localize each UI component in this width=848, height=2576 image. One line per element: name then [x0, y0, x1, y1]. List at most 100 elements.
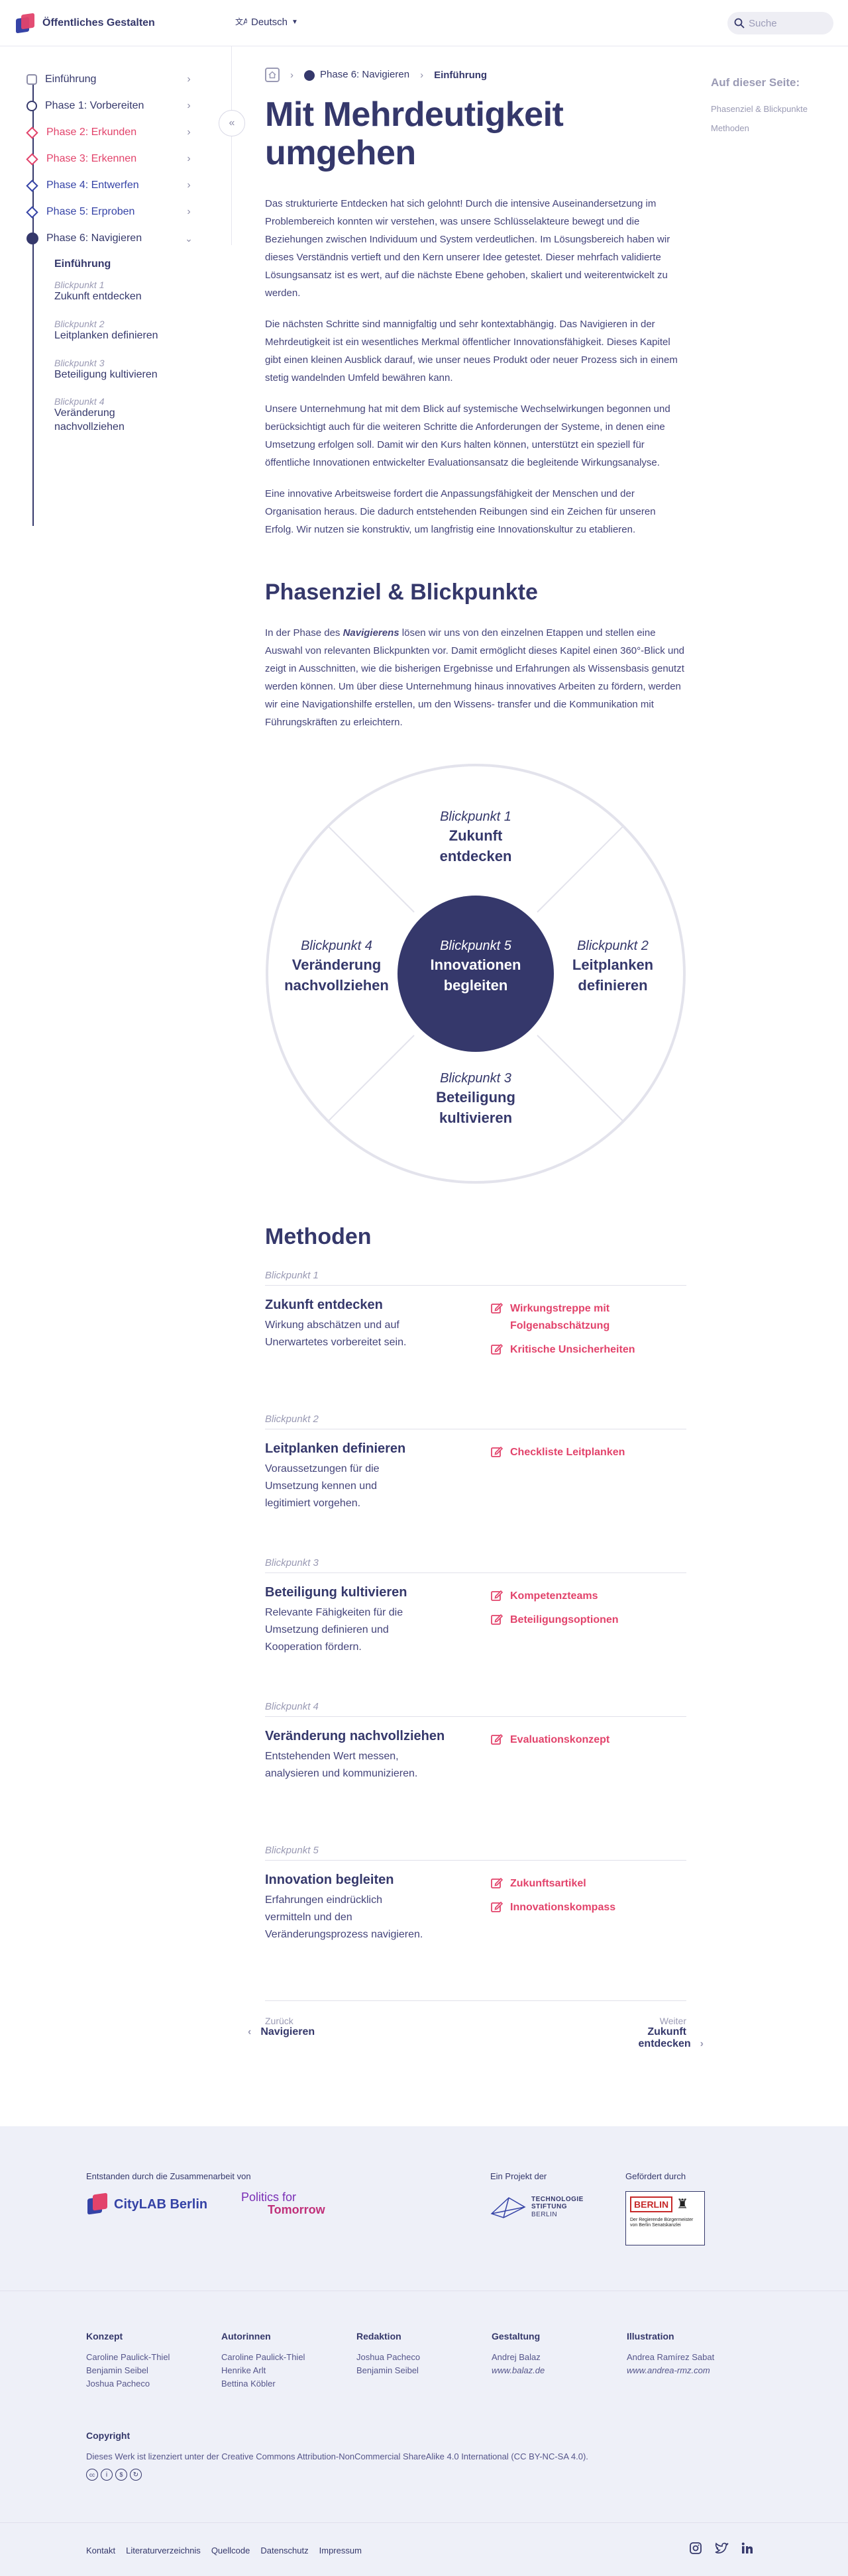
sidebar-item-phase-1[interactable]: Phase 1: Vorbereiten › [26, 93, 219, 119]
instagram-icon[interactable] [689, 2542, 702, 2555]
diagram-blickpunkt-2[interactable]: Blickpunkt 2 Leitplanken definieren [556, 939, 669, 996]
sidebar-item-phase-4[interactable]: Phase 4: Entwerfen › [26, 172, 219, 199]
sidebar-item-label: Phase 1: Vorbereiten [45, 100, 144, 111]
methods-list: Blickpunkt 1 Zukunft entdecken Wirkung a… [265, 1270, 686, 1988]
chevron-right-icon[interactable]: › [176, 206, 202, 218]
pft-line-2: Tomorrow [268, 2202, 325, 2216]
footer-link[interactable]: Datenschutz [260, 2546, 308, 2555]
credit-website-link[interactable]: www.balaz.de [492, 2364, 627, 2377]
method-link[interactable]: Wirkungstreppe mit Folgenabschätzung [490, 1300, 649, 1335]
berlin-logo[interactable]: BERLIN ♜ Der Regierende Bürgermeister vo… [625, 2191, 705, 2245]
chevron-right-icon[interactable]: › [176, 153, 202, 165]
footer-link[interactable]: Impressum [319, 2546, 362, 2555]
method-group: Blickpunkt 4 Veränderung nachvollziehen … [265, 1701, 686, 1845]
sidebar-item-phase-2[interactable]: Phase 2: Erkunden › [26, 119, 219, 146]
sidebar-subitem-blickpunkt-3[interactable]: Blickpunkt 3 Beteiligung kultivieren [54, 358, 219, 382]
subitem-key: Blickpunkt 3 [54, 357, 105, 368]
method-links: Zukunftsartikel Innovationskompass [490, 1873, 649, 1943]
intro-icon [26, 74, 37, 85]
method-group: Blickpunkt 1 Zukunft entdecken Wirkung a… [265, 1270, 686, 1414]
sidebar-item-phase-5[interactable]: Phase 5: Erproben › [26, 199, 219, 225]
sidebar-item-label: Phase 2: Erkunden [46, 127, 137, 138]
breadcrumb-phase[interactable]: Phase 6: Navigieren [304, 69, 409, 81]
search-input[interactable] [749, 17, 822, 29]
search-box[interactable] [727, 12, 833, 34]
sidebar-item-label: Phase 4: Entwerfen [46, 180, 139, 191]
segment-title-line: Veränderung [292, 956, 382, 974]
method-key: Blickpunkt 4 [265, 1701, 686, 1718]
chevron-right-icon[interactable]: › [176, 74, 202, 85]
footer-link[interactable]: Quellcode [211, 2546, 250, 2555]
method-link[interactable]: Beteiligungsoptionen [490, 1612, 649, 1629]
sidebar-subitem-einfuehrung[interactable]: Einführung [54, 252, 219, 280]
filled-circle-icon [304, 70, 315, 81]
cc-license-icons[interactable]: cc i $ ↻ [86, 2469, 142, 2481]
ts-line-1: TECHNOLOGIE [531, 2195, 584, 2203]
diagram-blickpunkt-5[interactable]: Blickpunkt 5 Innovationen begleiten [409, 939, 542, 996]
berlin-wordmark: BERLIN [630, 2196, 673, 2212]
technologiestiftung-logo[interactable]: TECHNOLOGIE STIFTUNG BERLIN [490, 2194, 584, 2220]
chevron-right-icon[interactable]: › [176, 100, 202, 112]
method-link[interactable]: Kompetenzteams [490, 1588, 649, 1605]
edit-icon [491, 1902, 504, 1913]
site-logo-link[interactable]: Öffentliches Gestalten [15, 13, 155, 34]
project-label: Ein Projekt der [490, 2171, 547, 2181]
politics-for-tomorrow-logo[interactable]: Politics for Tomorrow [241, 2191, 325, 2216]
segment-title-line: Leitplanken [572, 956, 654, 974]
ts-line-2: STIFTUNG [531, 2203, 567, 2211]
chevron-down-icon[interactable]: ⌄ [176, 233, 202, 244]
method-link[interactable]: Innovationskompass [490, 1899, 649, 1916]
method-links: Wirkungstreppe mit Folgenabschätzung Kri… [490, 1298, 649, 1365]
section-intro-emphasis: Navigierens [343, 627, 399, 639]
diagram-blickpunkt-1[interactable]: Blickpunkt 1 Zukunft entdecken [409, 809, 542, 867]
circle-icon [26, 101, 37, 111]
credit-heading: Illustration [627, 2331, 674, 2342]
prev-page-link[interactable]: Zurück ‹ Navigieren [248, 2016, 315, 2050]
page-layout: Einführung › Phase 1: Vorbereiten › Phas… [0, 46, 848, 2576]
method-row: Innovation begleiten Erfahrungen eindrüc… [265, 1873, 686, 1943]
footer-link[interactable]: Kontakt [86, 2546, 115, 2555]
next-page-link[interactable]: Weiter Zukunft entdecken › [596, 2016, 704, 2050]
chevron-right-icon[interactable]: › [176, 180, 202, 191]
citylab-logo[interactable]: CityLAB Berlin [86, 2192, 207, 2216]
segment-title-line: definieren [578, 977, 648, 994]
sidebar-item-phase-3[interactable]: Phase 3: Erkennen › [26, 146, 219, 172]
home-icon[interactable] [265, 68, 280, 82]
method-group: Blickpunkt 5 Innovation begleiten Erfahr… [265, 1845, 686, 1988]
method-link[interactable]: Evaluationskonzept [490, 1731, 649, 1749]
diagram-blickpunkt-4[interactable]: Blickpunkt 4 Veränderung nachvollziehen [277, 939, 396, 996]
subitem-key: Blickpunkt 1 [54, 280, 105, 290]
method-info: Veränderung nachvollziehen Entstehenden … [265, 1729, 490, 1782]
toc-item-phasenziel[interactable]: Phasenziel & Blickpunkte [711, 104, 830, 114]
method-link[interactable]: Checkliste Leitplanken [490, 1444, 649, 1461]
method-link[interactable]: Zukunftsartikel [490, 1875, 649, 1892]
twitter-icon[interactable] [714, 2542, 729, 2555]
method-link[interactable]: Kritische Unsicherheiten [490, 1341, 649, 1359]
method-info: Zukunft entdecken Wirkung abschätzen und… [265, 1298, 490, 1365]
sidebar-subitem-blickpunkt-2[interactable]: Blickpunkt 2 Leitplanken definieren [54, 319, 219, 343]
footer-partners: Entstanden durch die Zusammenarbeit von … [0, 2126, 848, 2291]
footer-links: Kontakt Literaturverzeichnis Quellcode Date… [86, 2546, 362, 2555]
segment-title-line: nachvollziehen [284, 977, 389, 994]
credit-name: Andrej Balaz [492, 2352, 541, 2362]
chevron-right-icon[interactable]: › [176, 127, 202, 138]
linkedin-icon[interactable] [741, 2542, 754, 2555]
method-description: Wirkung abschätzen und auf Unerwartetes … [265, 1319, 407, 1349]
credit-heading: Gestaltung [492, 2331, 541, 2342]
footer-link[interactable]: Literaturverzeichnis [126, 2546, 201, 2555]
diagram-blickpunkt-3[interactable]: Blickpunkt 3 Beteiligung kultivieren [409, 1071, 542, 1129]
segment-title-line: kultivieren [439, 1109, 513, 1127]
credits-grid: Konzept Caroline Paulick-Thiel Benjamin Se… [86, 2331, 762, 2391]
collapse-sidebar-button[interactable]: « [219, 110, 245, 136]
credit-website-link[interactable]: www.andrea-rmz.com [627, 2364, 762, 2377]
sidebar-subitem-blickpunkt-1[interactable]: Blickpunkt 1 Zukunft entdecken [54, 280, 219, 304]
method-link-label: Beteiligungsoptionen [510, 1614, 619, 1626]
method-title: Innovation begleiten [265, 1873, 394, 1888]
sidebar-item-einfuehrung[interactable]: Einführung › [26, 66, 219, 93]
language-selector[interactable]: 文A Deutsch ▼ [235, 16, 298, 28]
method-key: Blickpunkt 2 [265, 1414, 686, 1430]
chevron-down-icon: ▼ [292, 18, 298, 26]
toc-item-methoden[interactable]: Methoden [711, 123, 830, 133]
sidebar-item-phase-6[interactable]: Phase 6: Navigieren ⌄ [26, 225, 219, 252]
sidebar-subitem-blickpunkt-4[interactable]: Blickpunkt 4 Veränderung nachvollziehen [54, 396, 219, 435]
